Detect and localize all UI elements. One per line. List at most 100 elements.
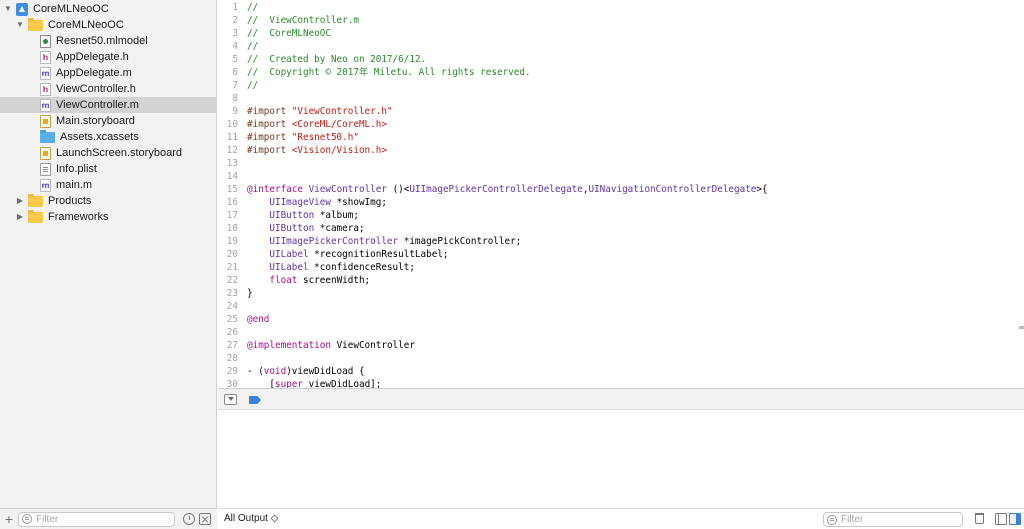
debug-toolbar <box>218 388 1024 410</box>
navigator-item[interactable]: h AppDelegate.h <box>0 49 216 65</box>
code-line: 1 // <box>218 1 1024 14</box>
filter-icon <box>22 514 32 524</box>
code-token: <CoreML/CoreML.h> <box>291 119 387 130</box>
code-token: // ViewController.m <box>247 15 359 26</box>
line-number: 26 <box>226 327 238 338</box>
mlmodel-file-icon <box>40 34 51 48</box>
navigator-item-label: main.m <box>56 179 93 191</box>
code-token: super <box>275 379 303 388</box>
console-filter-field[interactable]: Filter <box>823 512 963 527</box>
code-line: 13 <box>218 157 1024 170</box>
disclosure-collapsed-icon[interactable]: ▶ <box>16 213 24 221</box>
code-token: UIButton <box>269 210 315 221</box>
console-output[interactable] <box>218 410 1024 508</box>
code-line: 4 // <box>218 40 1024 53</box>
line-number: 25 <box>226 314 238 325</box>
add-icon[interactable]: + <box>0 512 18 526</box>
recent-files-icon[interactable] <box>183 513 195 525</box>
variables-view-icon[interactable] <box>995 513 1007 525</box>
navigator-item[interactable]: h ViewController.h <box>0 81 216 97</box>
storyboard-file-icon <box>40 146 51 160</box>
navigator-item[interactable]: m ViewController.m <box>0 97 216 113</box>
code-token: *recognitionResultLabel; <box>308 249 449 260</box>
line-number: 18 <box>226 223 238 234</box>
code-line: 5 // Created by Neo on 2017/6/12. <box>218 53 1024 66</box>
navigator-item[interactable]: Info.plist <box>0 161 216 177</box>
code-token: UIImageView <box>269 197 331 208</box>
code-line: 18 UIButton *camera; <box>218 222 1024 235</box>
code-line: 11 #import "Resnet50.h" <box>218 131 1024 144</box>
filter-icon <box>827 514 837 525</box>
code-token: [ <box>247 379 275 388</box>
navigator-item-label: Frameworks <box>48 211 109 223</box>
line-number: 11 <box>226 132 238 143</box>
breakpoints-toggle-icon[interactable] <box>249 396 261 404</box>
line-number: 27 <box>226 340 238 351</box>
objc-file-icon: m <box>40 98 51 112</box>
line-number: 24 <box>226 301 238 312</box>
navigator-item[interactable]: Main.storyboard <box>0 113 216 129</box>
navigator-item[interactable]: ▼ CoreMLNeoOC <box>0 17 216 33</box>
navigator-item-label: Assets.xcassets <box>60 131 139 143</box>
console-bar: All Output ◇ Filter <box>218 508 1024 529</box>
code-token: *camera; <box>314 223 365 234</box>
navigator-item[interactable]: ▶ Products <box>0 193 216 209</box>
navigator-filter-field[interactable]: Filter <box>18 511 175 527</box>
objc-file-icon: m <box>40 66 51 80</box>
console-view-icon[interactable] <box>1009 513 1021 525</box>
navigator-item[interactable]: Assets.xcassets <box>0 129 216 145</box>
code-token: )viewDidLoad { <box>286 366 365 377</box>
code-token: <Vision/Vision.h> <box>291 145 387 156</box>
code-line: 3 // CoreMLNeoOC <box>218 27 1024 40</box>
code-token: #import <box>247 106 292 117</box>
line-number: 5 <box>232 54 238 65</box>
navigator-item[interactable]: ▼ CoreMLNeoOC <box>0 1 216 17</box>
navigator-item[interactable]: m main.m <box>0 177 216 193</box>
code-token: // <box>247 80 259 91</box>
line-number: 4 <box>232 41 238 52</box>
code-line: 7 // <box>218 79 1024 92</box>
source-editor[interactable]: 1 // 2 // ViewController.m 3 // CoreMLNeoOC 4 /… <box>218 0 1024 388</box>
editor-scroll-indicator[interactable] <box>1019 326 1024 329</box>
disclosure-expanded-icon[interactable]: ▼ <box>16 21 24 29</box>
disclosure-expanded-icon[interactable]: ▼ <box>4 5 12 13</box>
code-line: 23} <box>218 287 1024 300</box>
navigator-item-label: Main.storyboard <box>56 115 135 127</box>
navigator-item-label: CoreMLNeoOC <box>33 3 109 15</box>
code-token: ()< <box>386 184 410 195</box>
code-line: 16 UIImageView *showImg; <box>218 196 1024 209</box>
folder-icon <box>28 210 43 223</box>
navigator-item[interactable]: LaunchScreen.storyboard <box>0 145 216 161</box>
code-token: *imagePickController; <box>398 236 522 247</box>
code-line: 19 UIImagePickerController *imagePickCon… <box>218 235 1024 248</box>
trash-icon[interactable] <box>975 513 984 524</box>
code-line: 15 @interface ViewController ()<UIImagePi… <box>218 183 1024 196</box>
code-token: *album; <box>314 210 359 221</box>
source-control-filter-icon[interactable] <box>199 513 211 525</box>
code-line: 21 UILabel *confidenceResult; <box>218 261 1024 274</box>
disclosure-collapsed-icon[interactable]: ▶ <box>16 197 24 205</box>
hide-debug-area-icon[interactable] <box>224 394 237 405</box>
navigator-item[interactable]: Resnet50.mlmodel <box>0 33 216 49</box>
line-number: 10 <box>226 119 238 130</box>
line-number: 9 <box>232 106 238 117</box>
navigator-item-label: AppDelegate.h <box>56 51 129 63</box>
line-number: 21 <box>226 262 238 273</box>
code-token: // CoreMLNeoOC <box>247 28 331 39</box>
code-token: // Copyright © 2017年 Miletu. All rights … <box>247 67 531 78</box>
navigator-item-label: ViewController.h <box>56 83 136 95</box>
output-selector[interactable]: All Output ◇ <box>224 513 278 524</box>
line-number: 13 <box>226 158 238 169</box>
navigator-item[interactable]: ▶ Frameworks <box>0 209 216 225</box>
folder-icon <box>28 18 43 31</box>
navigator-item-label: ViewController.m <box>56 99 139 111</box>
navigator-item-label: Products <box>48 195 92 207</box>
navigator-item[interactable]: m AppDelegate.m <box>0 65 216 81</box>
xcode-project-icon <box>16 2 28 16</box>
line-number: 8 <box>232 93 238 104</box>
code-token: ViewController <box>330 340 415 351</box>
line-number: 6 <box>232 67 238 78</box>
code-line: 29 - (void)viewDidLoad { <box>218 365 1024 378</box>
